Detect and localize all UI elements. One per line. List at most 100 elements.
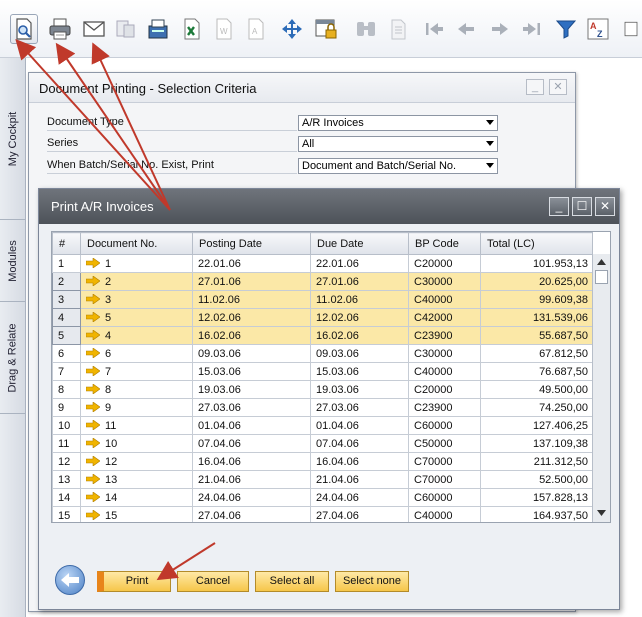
table-row[interactable]: 10 11 01.04.06 01.04.06 C60000 127.406,25 [52, 416, 593, 435]
print-preview-button[interactable] [10, 14, 38, 44]
column-header[interactable]: # [52, 232, 81, 255]
document-no-cell: 1 [80, 254, 193, 273]
side-tab-drag-relate[interactable]: Drag & Relate [0, 302, 26, 414]
link-arrow-icon[interactable] [86, 257, 100, 268]
row-number[interactable]: 14 [52, 488, 81, 507]
table-row[interactable]: 15 15 27.04.06 27.04.06 C40000 164.937,50 [52, 506, 593, 522]
table-row[interactable]: 14 14 24.04.06 24.04.06 C60000 157.828,13 [52, 488, 593, 507]
row-number[interactable]: 2 [52, 272, 81, 291]
side-tab-my-cockpit[interactable]: My Cockpit [0, 58, 26, 220]
column-header[interactable]: Total (LC) [480, 232, 593, 255]
row-number[interactable]: 9 [52, 398, 81, 417]
scroll-up-button[interactable] [593, 254, 610, 270]
side-tab-modules[interactable]: Modules [0, 220, 26, 302]
toolbar-overflow[interactable] [622, 14, 640, 44]
first-record-button[interactable] [420, 14, 448, 44]
table-row[interactable]: 9 9 27.03.06 27.03.06 C23900 74.250,00 [52, 398, 593, 417]
vertical-scrollbar[interactable] [592, 254, 610, 522]
link-arrow-icon[interactable] [86, 455, 100, 466]
series-select[interactable]: All [298, 136, 498, 152]
table-row[interactable]: 8 8 19.03.06 19.03.06 C20000 49.500,00 [52, 380, 593, 399]
table-row[interactable]: 1 1 22.01.06 22.01.06 C20000 101.953,13 [52, 254, 593, 273]
link-arrow-icon[interactable] [86, 275, 100, 286]
column-header[interactable]: BP Code [408, 232, 481, 255]
print-button[interactable]: Print [97, 571, 171, 592]
link-arrow-icon[interactable] [86, 293, 100, 304]
batch-serial-select[interactable]: Document and Batch/Serial No. [298, 158, 498, 174]
link-arrow-icon[interactable] [86, 329, 100, 340]
cancel-button[interactable]: Cancel [177, 571, 249, 592]
row-number[interactable]: 1 [52, 254, 81, 273]
table-row[interactable]: 4 5 12.02.06 12.02.06 C42000 131.539,06 [52, 308, 593, 327]
send-message-icon [116, 20, 135, 38]
export-pdf-button[interactable]: A [242, 14, 270, 44]
add-button[interactable] [384, 14, 412, 44]
link-arrow-icon[interactable] [86, 491, 100, 502]
row-number[interactable]: 4 [52, 308, 81, 327]
link-arrow-icon[interactable] [86, 401, 100, 412]
table-row[interactable]: 11 10 07.04.06 07.04.06 C50000 137.109,38 [52, 434, 593, 453]
row-number[interactable]: 7 [52, 362, 81, 381]
row-number[interactable]: 12 [52, 452, 81, 471]
minimize-button[interactable]: _ [549, 197, 569, 216]
row-number[interactable]: 3 [52, 290, 81, 309]
link-arrow-icon[interactable] [86, 311, 100, 322]
divider [47, 173, 297, 174]
table-row[interactable]: 3 3 11.02.06 11.02.06 C40000 99.609,38 [52, 290, 593, 309]
select-all-button[interactable]: Select all [255, 571, 329, 592]
row-number[interactable]: 10 [52, 416, 81, 435]
posting-date-cell: 27.03.06 [192, 398, 311, 417]
row-number[interactable]: 15 [52, 506, 81, 522]
email-button[interactable] [80, 14, 108, 44]
close-button[interactable]: ✕ [595, 197, 615, 216]
link-arrow-icon[interactable] [86, 347, 100, 358]
side-panel: My Cockpit Modules Drag & Relate [0, 58, 26, 617]
scroll-thumb[interactable] [595, 270, 608, 284]
row-number[interactable]: 11 [52, 434, 81, 453]
previous-record-button[interactable] [452, 14, 480, 44]
link-arrow-icon[interactable] [86, 473, 100, 484]
move-button[interactable] [278, 14, 306, 44]
column-header[interactable]: Posting Date [192, 232, 311, 255]
table-row[interactable]: 5 4 16.02.06 16.02.06 C23900 55.687,50 [52, 326, 593, 345]
link-arrow-icon[interactable] [86, 419, 100, 430]
back-button[interactable] [55, 565, 85, 595]
row-number[interactable]: 6 [52, 344, 81, 363]
scroll-down-button[interactable] [593, 505, 610, 521]
table-row[interactable]: 13 13 21.04.06 21.04.06 C70000 52.500,00 [52, 470, 593, 489]
due-date-cell: 21.04.06 [310, 470, 409, 489]
link-arrow-icon[interactable] [86, 365, 100, 376]
print-button-toolbar[interactable] [46, 14, 74, 44]
column-header[interactable]: Document No. [80, 232, 193, 255]
table-row[interactable]: 6 6 09.03.06 09.03.06 C30000 67.812,50 [52, 344, 593, 363]
link-arrow-icon[interactable] [86, 383, 100, 394]
select-none-button[interactable]: Select none [335, 571, 409, 592]
document-no: 3 [105, 293, 112, 306]
table-row[interactable]: 7 7 15.03.06 15.03.06 C40000 76.687,50 [52, 362, 593, 381]
table-row[interactable]: 12 12 16.04.06 16.04.06 C70000 211.312,50 [52, 452, 593, 471]
send-message-button[interactable] [112, 14, 140, 44]
maximize-button[interactable]: ☐ [572, 197, 592, 216]
find-button[interactable] [352, 14, 380, 44]
next-record-button[interactable] [486, 14, 514, 44]
row-number[interactable]: 5 [52, 326, 81, 345]
minimize-button[interactable]: _ [526, 79, 544, 95]
document-no-cell: 11 [80, 416, 193, 435]
fax-button[interactable] [144, 14, 172, 44]
last-record-button[interactable] [518, 14, 546, 44]
document-type-select[interactable]: A/R Invoices [298, 115, 498, 131]
table-row[interactable]: 2 2 27.01.06 27.01.06 C30000 20.625,00 [52, 272, 593, 291]
link-arrow-icon[interactable] [86, 509, 100, 520]
row-number[interactable]: 13 [52, 470, 81, 489]
sort-button[interactable]: AZ [584, 14, 612, 44]
link-arrow-icon[interactable] [86, 437, 100, 448]
column-header[interactable]: Due Date [310, 232, 409, 255]
filter-button[interactable] [552, 14, 580, 44]
row-number[interactable]: 8 [52, 380, 81, 399]
lock-button[interactable] [312, 14, 340, 44]
total-cell: 101.953,13 [480, 254, 593, 273]
export-excel-button[interactable] [178, 14, 206, 44]
maximize-icon: ☐ [576, 199, 588, 213]
close-button[interactable]: ✕ [549, 79, 567, 95]
export-word-button[interactable]: W [210, 14, 238, 44]
